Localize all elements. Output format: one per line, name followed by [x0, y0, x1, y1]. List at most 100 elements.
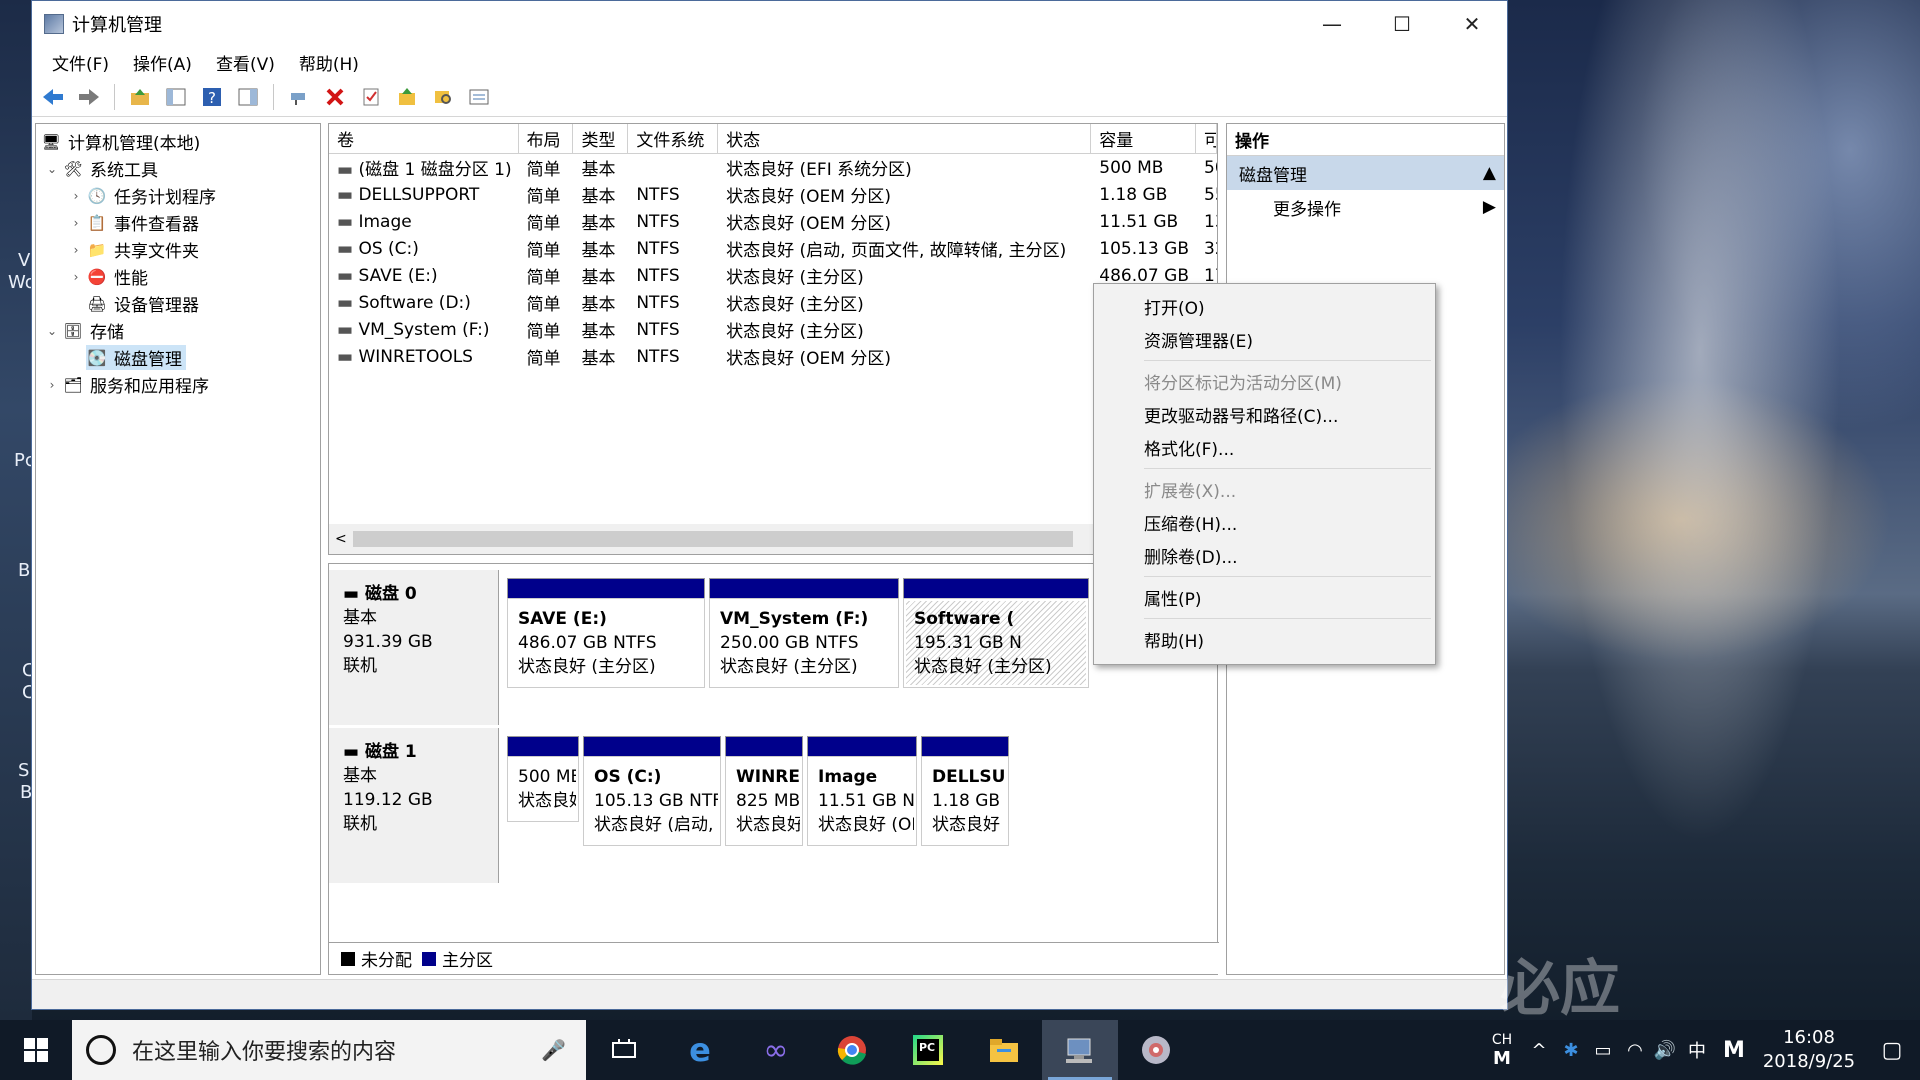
chevron-right-icon[interactable]: ›	[66, 270, 86, 284]
task-view-icon[interactable]	[586, 1020, 662, 1080]
more-actions-item[interactable]: 更多操作 ▶	[1227, 190, 1504, 224]
maximize-button[interactable]: ☐	[1367, 1, 1437, 47]
menu-view[interactable]: 查看(V)	[204, 50, 287, 75]
chrome-browser-icon[interactable]	[814, 1020, 890, 1080]
windows-start-icon[interactable]	[0, 1020, 72, 1080]
tree-system-tools[interactable]: ⌄ 🛠 系统工具	[36, 155, 320, 182]
collapse-up-icon[interactable]: ▲	[1483, 163, 1496, 183]
wifi-icon[interactable]: ◠	[1620, 1040, 1650, 1061]
microphone-icon[interactable]: 🎤	[541, 1038, 566, 1062]
tree-disk-management[interactable]: 💽 磁盘管理	[36, 344, 320, 371]
check-properties-icon[interactable]	[356, 82, 386, 112]
minimize-button[interactable]: —	[1297, 1, 1367, 47]
partition-winretools[interactable]: WINRET 825 MB N 状态良好	[725, 736, 803, 846]
tree-services-apps[interactable]: › 🗂 服务和应用程序	[36, 371, 320, 398]
menu-delete-volume[interactable]: 删除卷(D)...	[1094, 539, 1435, 572]
menu-open[interactable]: 打开(O)	[1094, 290, 1435, 323]
input-mode[interactable]: 中	[1680, 1037, 1714, 1063]
col-status[interactable]: 状态	[718, 124, 1092, 153]
photo-app-icon[interactable]	[1118, 1020, 1194, 1080]
tree-task-scheduler[interactable]: › 🕓 任务计划程序	[36, 182, 320, 209]
title-bar[interactable]: 计算机管理 — ☐ ✕	[32, 1, 1507, 47]
menu-shrink-volume[interactable]: 压缩卷(H)...	[1094, 506, 1435, 539]
menu-change-drive-letter[interactable]: 更改驱动器号和路径(C)...	[1094, 398, 1435, 431]
m-app-icon[interactable]: M	[1714, 1038, 1754, 1063]
horizontal-scrollbar[interactable]: <	[329, 524, 1217, 554]
partition-os-c[interactable]: OS (C:) 105.13 GB NTFS 状态良好 (启动, 页	[583, 736, 721, 846]
partition-efi[interactable]: 500 MB 状态良好	[507, 736, 579, 822]
infinity-app-icon[interactable]: ∞	[738, 1020, 814, 1080]
show-action-pane-icon[interactable]	[233, 82, 263, 112]
partition-save-e[interactable]: SAVE (E:) 486.07 GB NTFS 状态良好 (主分区)	[507, 578, 705, 688]
chevron-right-icon[interactable]: ›	[42, 378, 62, 392]
show-hide-tree-icon[interactable]	[161, 82, 191, 112]
m-icon: M	[1493, 1047, 1511, 1069]
action-center-icon[interactable]: ▢	[1864, 1038, 1920, 1063]
search-folder-icon[interactable]	[428, 82, 458, 112]
file-explorer-icon[interactable]	[966, 1020, 1042, 1080]
partition-dellsupport[interactable]: DELLSUP 1.18 GB N 状态良好 (	[921, 736, 1009, 846]
pycharm-icon[interactable]: PC	[890, 1020, 966, 1080]
col-layout[interactable]: 布局	[519, 124, 574, 153]
menu-help[interactable]: 帮助(H)	[1094, 623, 1435, 656]
menu-file[interactable]: 文件(F)	[40, 50, 121, 75]
chevron-up-icon[interactable]: ^	[1522, 1040, 1556, 1061]
disk-0-label[interactable]: ▬ 磁盘 0 基本 931.39 GB 联机	[329, 570, 499, 725]
back-arrow-icon[interactable]	[38, 82, 68, 112]
taskbar-search-box[interactable]: 在这里输入你要搜索的内容 🎤	[72, 1020, 586, 1080]
table-row[interactable]: ▬ OS (C:) 简单 基本 NTFS 状态良好 (启动, 页面文件, 故障转储, 主…	[329, 235, 1217, 262]
battery-icon[interactable]: ▭	[1586, 1040, 1620, 1061]
partition-software-d[interactable]: Software (195.31 GB N 状态良好 (主分区)	[903, 578, 1089, 688]
tree-event-viewer[interactable]: › 📋 事件查看器	[36, 209, 320, 236]
tree-storage[interactable]: ⌄ 🗄 存储	[36, 317, 320, 344]
partition-vm-system-f[interactable]: VM_System (F:) 250.00 GB NTFS 状态良好 (主分区)	[709, 578, 899, 688]
col-free[interactable]: 可	[1196, 124, 1217, 153]
menu-help[interactable]: 帮助(H)	[287, 50, 371, 75]
forward-arrow-icon[interactable]	[74, 82, 104, 112]
menu-action[interactable]: 操作(A)	[121, 50, 204, 75]
disk-1-label[interactable]: ▬ 磁盘 1 基本 119.12 GB 联机	[329, 728, 499, 883]
ime-indicator[interactable]: CH M	[1482, 1032, 1522, 1069]
table-row[interactable]: ▬ Software (D:) 简单 基本 NTFS 状态良好 (主分区)	[329, 289, 1217, 316]
tree-performance[interactable]: › ⛔ 性能	[36, 263, 320, 290]
close-button[interactable]: ✕	[1437, 1, 1507, 47]
bluetooth-icon[interactable]: ✱	[1556, 1040, 1586, 1061]
chevron-down-icon[interactable]: ⌄	[42, 162, 62, 176]
tree-root[interactable]: 🖥 计算机管理(本地)	[36, 128, 320, 155]
partition-image[interactable]: Image 11.51 GB NTF 状态良好 (OEM	[807, 736, 917, 846]
table-row[interactable]: ▬ Image 简单基本 NTFS 状态良好 (OEM 分区) 11.51 GB 13	[329, 208, 1217, 235]
table-row[interactable]: ▬ SAVE (E:)简单基本NTFS状态良好 (主分区)486.07 GB17	[329, 262, 1217, 289]
volume-icon[interactable]: 🔊	[1650, 1040, 1680, 1061]
chevron-right-icon[interactable]: ›	[66, 189, 86, 203]
clock[interactable]: 16:08 2018/9/25	[1754, 1026, 1864, 1074]
menu-format[interactable]: 格式化(F)...	[1094, 431, 1435, 464]
table-row[interactable]: ▬ WINRETOOLS 简单 基本 NTFS 状态良好 (OEM 分区)	[329, 343, 1217, 370]
volume-name-cell: ▬ Software (D:)	[329, 293, 519, 313]
delete-x-icon[interactable]	[320, 82, 350, 112]
table-row[interactable]: ▬ DELLSUPPORT 简单 基本 NTFS 状态良好 (OEM 分区) 1.18 G…	[329, 181, 1217, 208]
scrollbar-thumb[interactable]	[353, 531, 1073, 547]
tree-shared-folders[interactable]: › 📁 共享文件夹	[36, 236, 320, 263]
col-type[interactable]: 类型	[573, 124, 629, 153]
tree-device-manager[interactable]: 🖨 设备管理器	[36, 290, 320, 317]
menu-properties[interactable]: 属性(P)	[1094, 581, 1435, 614]
chevron-right-icon[interactable]: ›	[66, 216, 86, 230]
col-capacity[interactable]: 容量	[1091, 124, 1197, 153]
help-icon[interactable]: ?	[197, 82, 227, 112]
edge-browser-icon[interactable]: e	[662, 1020, 738, 1080]
table-row[interactable]: ▬ VM_System (F:) 简单 基本 NTFS 状态良好 (主分区)	[329, 316, 1217, 343]
scroll-left-icon[interactable]: <	[329, 531, 347, 547]
col-volume[interactable]: 卷	[329, 124, 519, 153]
chevron-right-icon[interactable]: ›	[66, 243, 86, 257]
col-filesystem[interactable]: 文件系统	[628, 124, 719, 153]
chevron-down-icon[interactable]: ⌄	[42, 324, 62, 338]
partition-bar	[808, 737, 916, 757]
menu-explorer[interactable]: 资源管理器(E)	[1094, 323, 1435, 356]
list-view-icon[interactable]	[464, 82, 494, 112]
connect-icon[interactable]	[284, 82, 314, 112]
actions-section-disk-management[interactable]: 磁盘管理 ▲	[1227, 156, 1504, 190]
computer-management-taskbar-icon[interactable]	[1042, 1020, 1118, 1080]
up-folder-icon[interactable]	[125, 82, 155, 112]
table-row[interactable]: ▬ (磁盘 1 磁盘分区 1) 简单 基本 状态良好 (EFI 系统分区) 500 MB…	[329, 154, 1217, 181]
folder-up-icon[interactable]	[392, 82, 422, 112]
